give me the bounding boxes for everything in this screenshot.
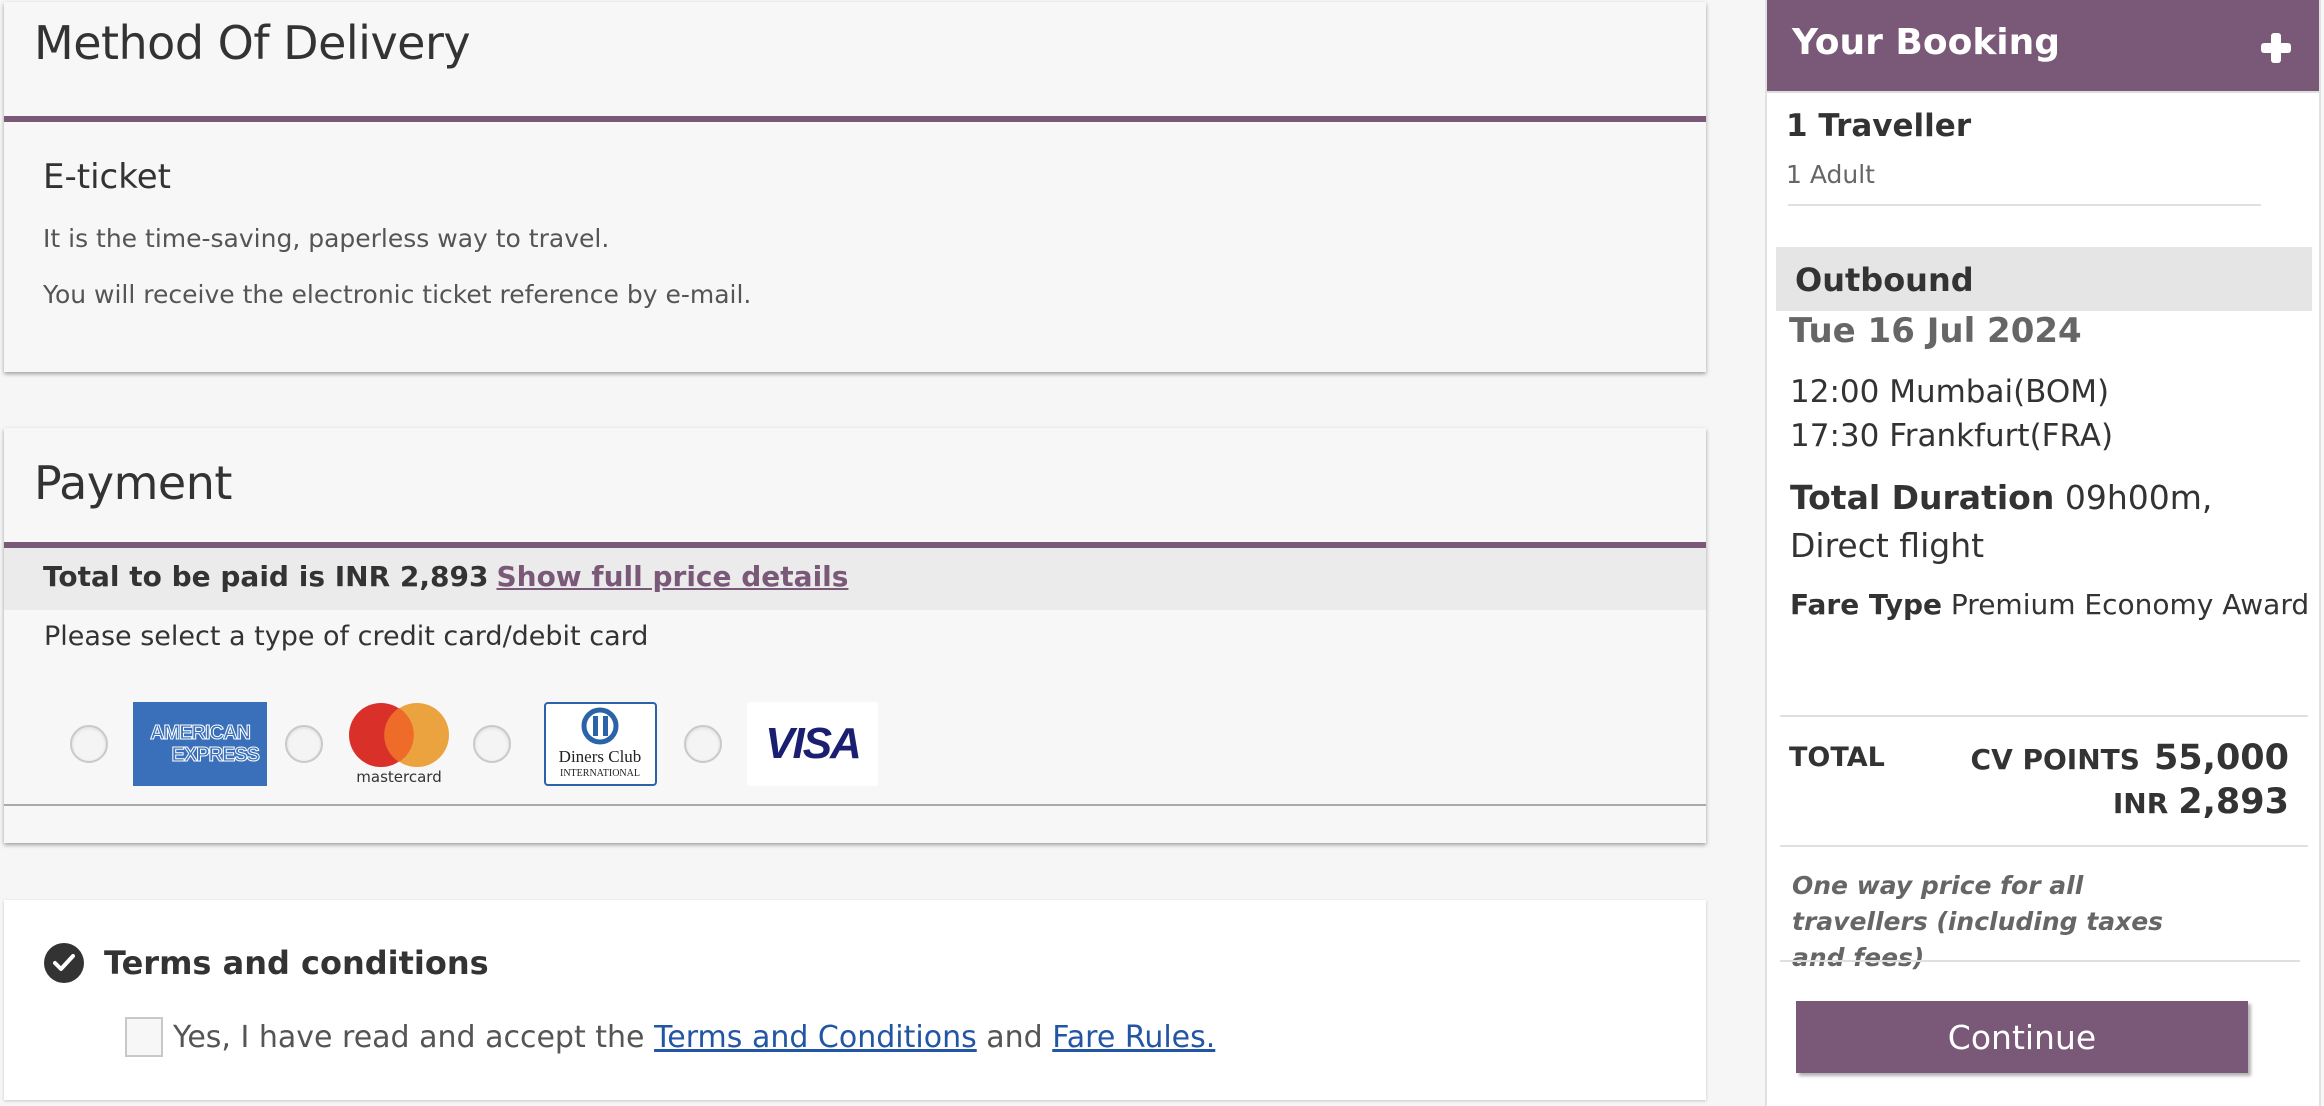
outbound-label: Outbound — [1795, 261, 1974, 299]
radio-amex[interactable] — [70, 725, 108, 763]
terms-panel: Terms and conditions Yes, I have read an… — [4, 900, 1706, 1100]
card-type-instruction: Please select a type of credit card/debi… — [44, 621, 649, 652]
cash-currency: INR — [2112, 787, 2169, 820]
arrival: 17:30 Frankfurt(FRA) — [1790, 418, 2114, 454]
visa-logo-icon[interactable]: VISA — [747, 702, 878, 786]
amex-logo-text-line2: EXPRESS — [171, 744, 260, 767]
payment-total-text: Total to be paid is INR 2,893 — [43, 560, 489, 593]
radio-mastercard[interactable] — [285, 725, 323, 763]
diners-logo-text-line2: INTERNATIONAL — [560, 768, 640, 779]
diners-club-logo-icon[interactable]: Diners Club INTERNATIONAL — [544, 702, 657, 786]
divider — [1788, 204, 2261, 206]
passenger-breakdown: 1 Adult — [1786, 160, 1875, 189]
radio-diners[interactable] — [473, 725, 511, 763]
eticket-email-note: You will receive the electronic ticket r… — [43, 280, 752, 309]
payment-title: Payment — [34, 456, 232, 510]
fare-type: Fare Type Premium Economy Award — [1790, 588, 2309, 621]
fare-type-label: Fare Type — [1790, 588, 1942, 621]
eticket-description: It is the time-saving, paperless way to … — [43, 224, 610, 253]
mastercard-logo-icon[interactable]: mastercard — [344, 702, 454, 786]
check-circle-icon — [44, 943, 84, 983]
terms-accept-row: Yes, I have read and accept the Terms an… — [125, 1017, 1215, 1057]
fare-rules-link[interactable]: Fare Rules. — [1052, 1020, 1215, 1055]
points-value: 55,000 — [2153, 738, 2289, 778]
radio-visa[interactable] — [684, 725, 722, 763]
traveller-count: 1 Traveller — [1786, 108, 1972, 144]
divider — [1780, 715, 2308, 717]
flight-date: Tue 16 Jul 2024 — [1789, 311, 2082, 351]
accept-terms-checkbox[interactable] — [125, 1017, 163, 1057]
total-cash: INR 2,893 — [2113, 782, 2289, 822]
cash-value: 2,893 — [2178, 782, 2289, 822]
payment-total: Total to be paid is INR 2,893 Show full p… — [43, 560, 848, 593]
points-currency: CV POINTS — [1970, 743, 2140, 776]
booking-header: Your Booking — [1767, 0, 2319, 93]
booking-title: Your Booking — [1792, 22, 2060, 63]
visa-logo-text: VISA — [765, 719, 862, 768]
delivery-title: Method Of Delivery — [34, 16, 471, 70]
divider — [1780, 960, 2300, 962]
amex-logo-text-line1: AMERICAN — [150, 722, 252, 745]
terms-conjunction: and — [986, 1019, 1043, 1055]
amex-logo-icon[interactable]: AMERICAN EXPRESS — [133, 702, 267, 786]
fare-type-value: Premium Economy Award — [1950, 588, 2310, 621]
show-price-details-link[interactable]: Show full price details — [496, 560, 848, 593]
divider — [1780, 845, 2308, 847]
total-duration: Total Duration 09h00m, Direct flight — [1790, 474, 2310, 570]
card-type-options: AMERICAN EXPRESS mastercard Diners Club … — [4, 702, 904, 786]
terms-accept-prefix: Yes, I have read and accept the — [173, 1019, 645, 1055]
method-of-delivery-panel: Method Of Delivery E-ticket It is the ti… — [4, 2, 1706, 372]
total-points: CV POINTS 55,000 — [1971, 738, 2289, 778]
payment-panel: Payment Total to be paid is INR 2,893 Sho… — [4, 428, 1706, 843]
plus-icon[interactable] — [2261, 33, 2291, 63]
payment-total-band: Total to be paid is INR 2,893 Show full p… — [4, 548, 1706, 610]
payment-divider — [4, 804, 1706, 806]
departure: 12:00 Mumbai(BOM) — [1790, 374, 2110, 410]
your-booking-sidebar: Your Booking 1 Traveller 1 Adult Outboun… — [1765, 0, 2321, 1106]
diners-logo-text-line1: Diners Club — [559, 747, 642, 766]
terms-accept-text: Yes, I have read and accept the Terms an… — [173, 1020, 1215, 1055]
eticket-title: E-ticket — [43, 157, 171, 197]
delivery-title-rule — [4, 116, 1706, 122]
outbound-band: Outbound — [1776, 247, 2312, 311]
terms-header: Terms and conditions — [44, 943, 489, 983]
continue-button[interactable]: Continue — [1796, 1001, 2248, 1073]
terms-and-conditions-link[interactable]: Terms and Conditions — [654, 1020, 977, 1055]
terms-title: Terms and conditions — [104, 944, 489, 982]
mastercard-logo-text: mastercard — [356, 768, 441, 786]
duration-label: Total Duration — [1790, 478, 2055, 517]
total-label: TOTAL — [1789, 742, 1885, 773]
